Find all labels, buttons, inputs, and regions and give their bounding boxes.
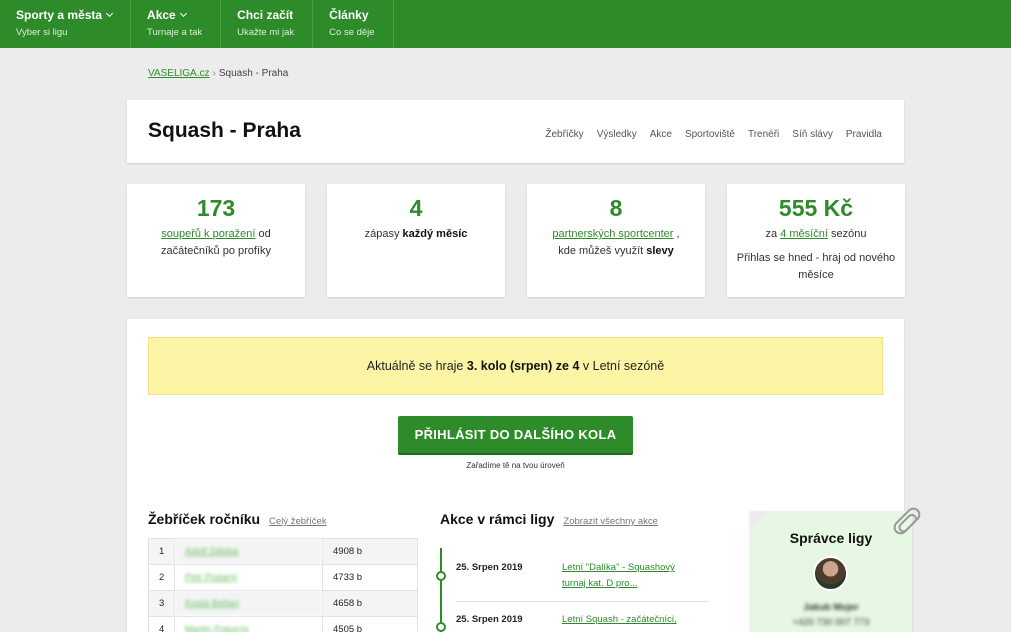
signup-hint: Přihlas se hned - hraj od nového měsíce [736, 252, 896, 281]
banner-text: Aktuálně se hraje [366, 359, 464, 373]
ladder-table: 1 Adolf Sílloba 4908 b 2 Petr Podaný 4733 b … [148, 538, 418, 632]
nav-sublabel: Co se děje [329, 27, 375, 38]
player-name-link[interactable]: Kosta Beltan [174, 590, 323, 617]
event-date: 25. Srpen 2019 [456, 614, 523, 625]
player-name-link[interactable]: Martin Pokorny [174, 616, 323, 632]
ladder-points: 4733 b [322, 564, 418, 591]
table-row[interactable]: 2 Petr Podaný 4733 b [148, 564, 418, 591]
nav-sublabel: Ukažte mi jak [237, 27, 295, 38]
stat-text-bold: slevy [646, 245, 674, 257]
ladder-rank: 4 [148, 616, 175, 632]
stat-text-part: kde můžeš využít [558, 245, 644, 257]
subnav-coaches[interactable]: Trenéři [748, 129, 779, 140]
subnav-results[interactable]: Výsledky [597, 129, 637, 140]
nav-label: Chci začít [237, 8, 294, 22]
corner-fold [750, 511, 770, 531]
stat-text: soupeřů k poražení od začátečníků po pro… [127, 226, 305, 260]
nav-label: Sporty a města [16, 8, 103, 22]
ladder-rank: 3 [148, 590, 175, 617]
stat-text: za 4 měsíční sezónu Přihlas se hned - hr… [727, 226, 905, 284]
stat-number: 4 [409, 195, 423, 221]
breadcrumb-home-link[interactable]: VASELIGA.cz [148, 68, 210, 79]
all-events-link[interactable]: Zobrazit všechny akce [563, 516, 658, 527]
subnav-hall-of-fame[interactable]: Síň slávy [792, 129, 833, 140]
ladder-rank: 2 [148, 564, 175, 591]
stat-card-partners: 8 partnerských sportcenter , kde můžeš v… [527, 184, 705, 297]
subnav-events[interactable]: Akce [650, 129, 672, 140]
nav-sublabel: Vyber si ligu [16, 27, 68, 38]
chevron-down-icon [106, 9, 114, 18]
timeline-dot-icon [436, 571, 446, 581]
stat-text-part: , [676, 228, 680, 240]
league-header: Squash - Praha Žebříčky Výsledky Akce Sp… [127, 100, 904, 163]
stat-text-part: začátečníků po profíky [160, 245, 272, 257]
signup-button-caption: Zařadíme tě na tvou úroveň [466, 461, 565, 470]
table-row[interactable]: 1 Adolf Sílloba 4908 b [148, 538, 418, 565]
ladder-heading: Žebříček ročníku Celý žebříček [148, 511, 327, 527]
ladder-points: 4908 b [322, 538, 418, 565]
events-timeline [440, 548, 442, 632]
player-name-link[interactable]: Adolf Sílloba [174, 538, 323, 565]
stat-text-part: zápasy [364, 228, 400, 240]
page-title: Squash - Praha [148, 119, 301, 142]
event-divider [456, 601, 709, 602]
breadcrumb-current: Squash - Praha [218, 68, 289, 79]
ladder-points: 4505 b [322, 616, 418, 632]
timeline-dot-icon [436, 622, 446, 632]
nav-label: Akce [147, 8, 176, 22]
stat-text: zápasy každý měsíc [327, 226, 505, 243]
event-link[interactable]: Letní Squash - začátečníci, [562, 612, 697, 628]
subnav-rules[interactable]: Pravidla [846, 129, 882, 140]
stat-card-price: 555 Kč za 4 měsíční sezónu Přihlas se hn… [727, 184, 905, 297]
nav-events[interactable]: Akce Turnaje a tak [131, 0, 222, 48]
stat-text-bold: každý měsíc [402, 228, 468, 240]
player-name-link[interactable]: Petr Podaný [174, 564, 323, 591]
stat-number: 173 [196, 195, 236, 221]
subnav-venues[interactable]: Sportoviště [685, 129, 735, 140]
nav-sublabel: Turnaje a tak [147, 27, 203, 38]
chevron-down-icon [179, 9, 187, 18]
league-subnav: Žebříčky Výsledky Akce Sportoviště Trené… [545, 129, 882, 140]
admin-title: Správce ligy [789, 530, 873, 546]
stat-text-part: za [765, 228, 778, 240]
table-row[interactable]: 3 Kosta Beltan 4658 b [148, 590, 418, 617]
banner-round: 3. kolo (srpen) ze 4 [466, 359, 580, 373]
stat-text-part: sezónu [830, 228, 867, 240]
nav-sports-cities[interactable]: Sporty a města Vyber si ligu [0, 0, 132, 48]
breadcrumb-separator: › [212, 68, 216, 79]
stat-card-matches: 4 zápasy každý měsíc [327, 184, 505, 297]
events-heading: Akce v rámci ligy Zobrazit všechny akce [440, 511, 658, 527]
stat-number: 555 Kč [778, 195, 854, 221]
ladder-rank: 1 [148, 538, 175, 565]
league-admin-card: Správce ligy Jakub Mojer +420 730 007 77… [750, 511, 912, 632]
admin-name: Jakub Mojer [803, 602, 859, 613]
stat-card-opponents: 173 soupeřů k poražení od začátečníků po… [127, 184, 305, 297]
nav-label: Články [329, 8, 369, 22]
avatar [813, 556, 848, 591]
opponents-link[interactable]: soupeřů k poražení [161, 228, 255, 240]
admin-phone[interactable]: +420 730 007 773 [750, 617, 912, 628]
events-title: Akce v rámci ligy [440, 511, 555, 527]
main-panel: Aktuálně se hraje 3. kolo (srpen) ze 4 v… [127, 319, 912, 632]
stat-number: 8 [609, 195, 623, 221]
event-link[interactable]: Letní "Dalíka" - Squashový turnaj kat. D… [562, 560, 697, 592]
top-navigation: Sporty a města Vyber si ligu Akce Turnaj… [0, 0, 1011, 48]
stat-text: partnerských sportcenter , kde můžeš vyu… [527, 226, 705, 260]
breadcrumb: VASELIGA.cz › Squash - Praha [148, 68, 288, 79]
banner-text: v Letní sezóně [582, 359, 665, 373]
table-row[interactable]: 4 Martin Pokorny 4505 b [148, 616, 418, 632]
partners-link[interactable]: partnerských sportcenter [552, 228, 673, 240]
subnav-ladders[interactable]: Žebříčky [545, 129, 583, 140]
ladder-points: 4658 b [322, 590, 418, 617]
event-date: 25. Srpen 2019 [456, 562, 523, 573]
stat-text-part: od [258, 228, 271, 240]
season-length-link[interactable]: 4 měsíční [780, 228, 828, 240]
ladder-title: Žebříček ročníku [148, 511, 261, 527]
signup-next-round-button[interactable]: PŘIHLÁSIT DO DALŠÍHO KOLA [398, 416, 633, 453]
nav-articles[interactable]: Články Co se děje [313, 0, 394, 48]
current-round-banner: Aktuálně se hraje 3. kolo (srpen) ze 4 v… [148, 337, 883, 395]
full-ladder-link[interactable]: Celý žebříček [269, 516, 327, 527]
nav-get-started[interactable]: Chci začít Ukažte mi jak [221, 0, 314, 48]
